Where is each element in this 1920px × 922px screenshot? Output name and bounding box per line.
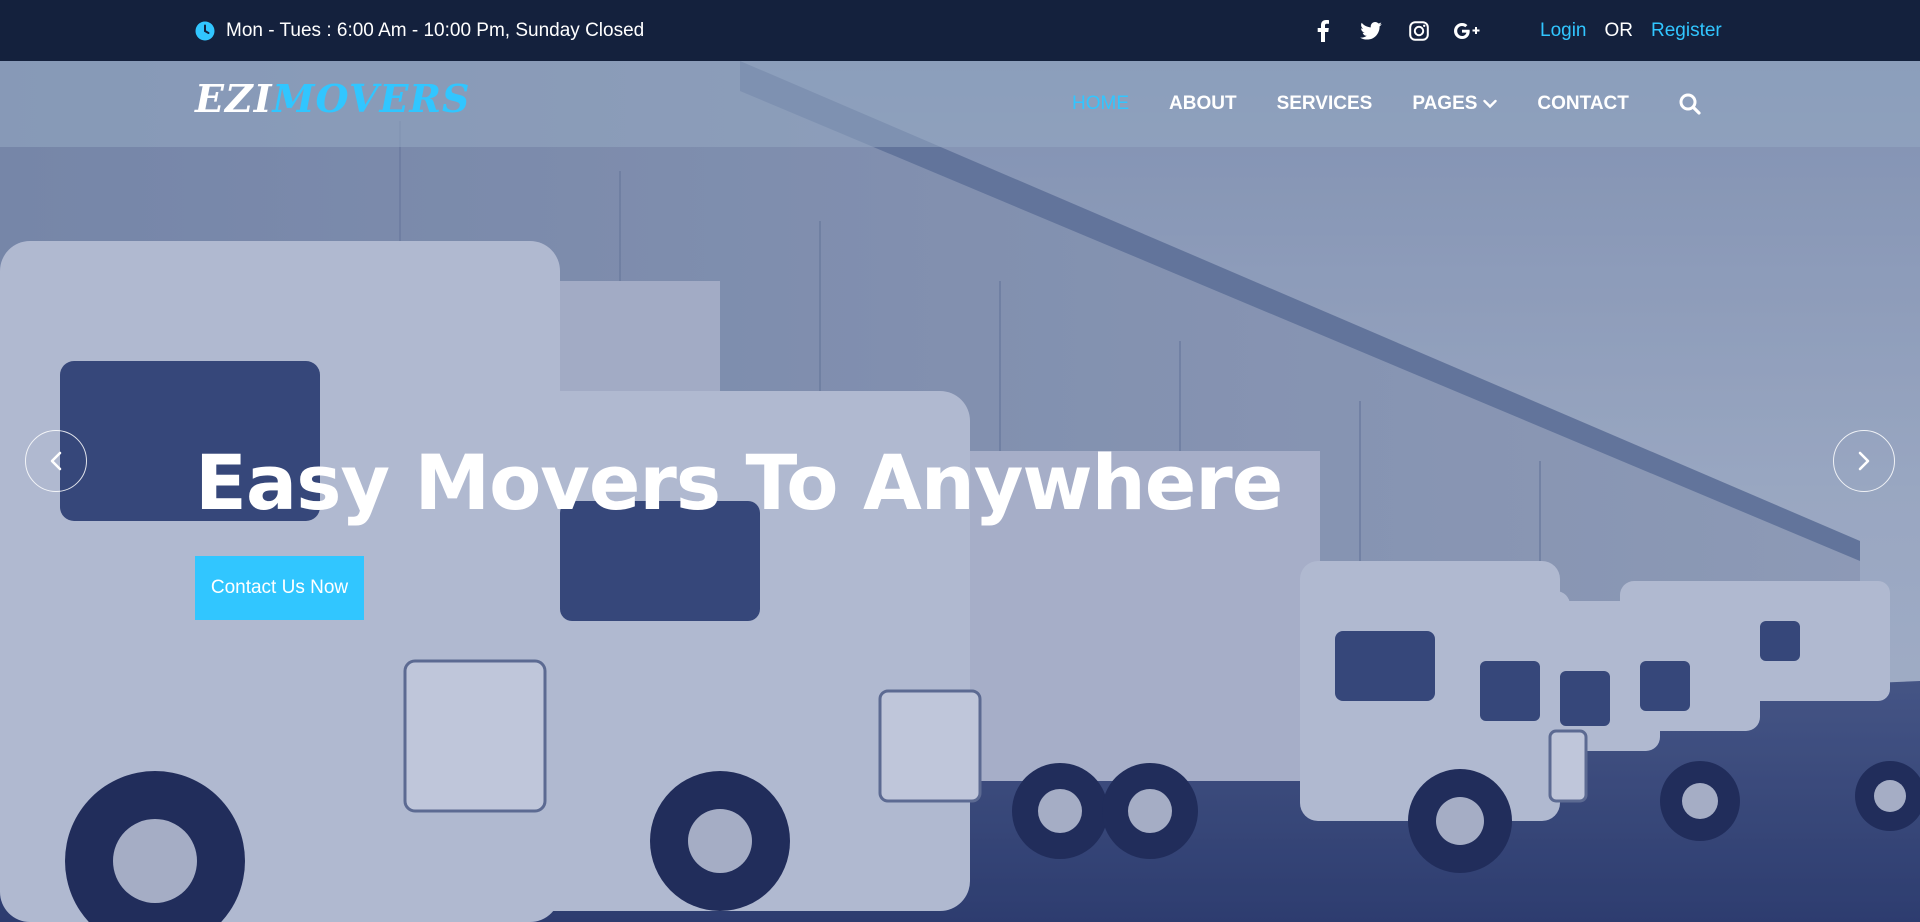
slider-prev-button[interactable] (25, 430, 87, 492)
hours-text: Mon - Tues : 6:00 Am - 10:00 Pm, Sunday … (226, 19, 645, 41)
nav-about[interactable]: ABOUT (1169, 93, 1237, 115)
facebook-icon[interactable] (1310, 18, 1336, 44)
site-logo[interactable]: EZIMOVERS (195, 76, 470, 121)
google-plus-icon[interactable] (1454, 18, 1480, 44)
login-link[interactable]: Login (1540, 20, 1587, 42)
main-menu: HOME ABOUT SERVICES PAGES CONTACT (1072, 61, 1629, 147)
nav-pages[interactable]: PAGES (1412, 93, 1498, 115)
top-bar: Mon - Tues : 6:00 Am - 10:00 Pm, Sunday … (0, 0, 1920, 61)
nav-contact[interactable]: CONTACT (1537, 93, 1628, 115)
logo-movers: MOVERS (272, 76, 471, 121)
twitter-icon[interactable] (1358, 18, 1384, 44)
nav-services[interactable]: SERVICES (1277, 93, 1373, 115)
nav-home[interactable]: HOME (1072, 93, 1129, 115)
contact-us-button[interactable]: Contact Us Now (195, 556, 364, 620)
instagram-icon[interactable] (1406, 18, 1432, 44)
chevron-right-icon (1858, 451, 1870, 471)
auth-links: Login OR Register (1540, 0, 1722, 61)
social-links (1310, 0, 1480, 61)
clock-icon (195, 21, 215, 40)
slider-next-button[interactable] (1833, 430, 1895, 492)
logo-ezi: EZI (195, 76, 273, 121)
or-separator: OR (1604, 19, 1634, 41)
business-hours: Mon - Tues : 6:00 Am - 10:00 Pm, Sunday … (195, 0, 644, 61)
hero-headline: Easy Movers To Anywhere (195, 438, 1283, 527)
register-link[interactable]: Register (1651, 20, 1722, 42)
search-icon[interactable] (1678, 92, 1702, 116)
chevron-left-icon (50, 451, 62, 471)
nav-pages-label: PAGES (1412, 93, 1478, 114)
chevron-down-icon (1483, 99, 1498, 109)
